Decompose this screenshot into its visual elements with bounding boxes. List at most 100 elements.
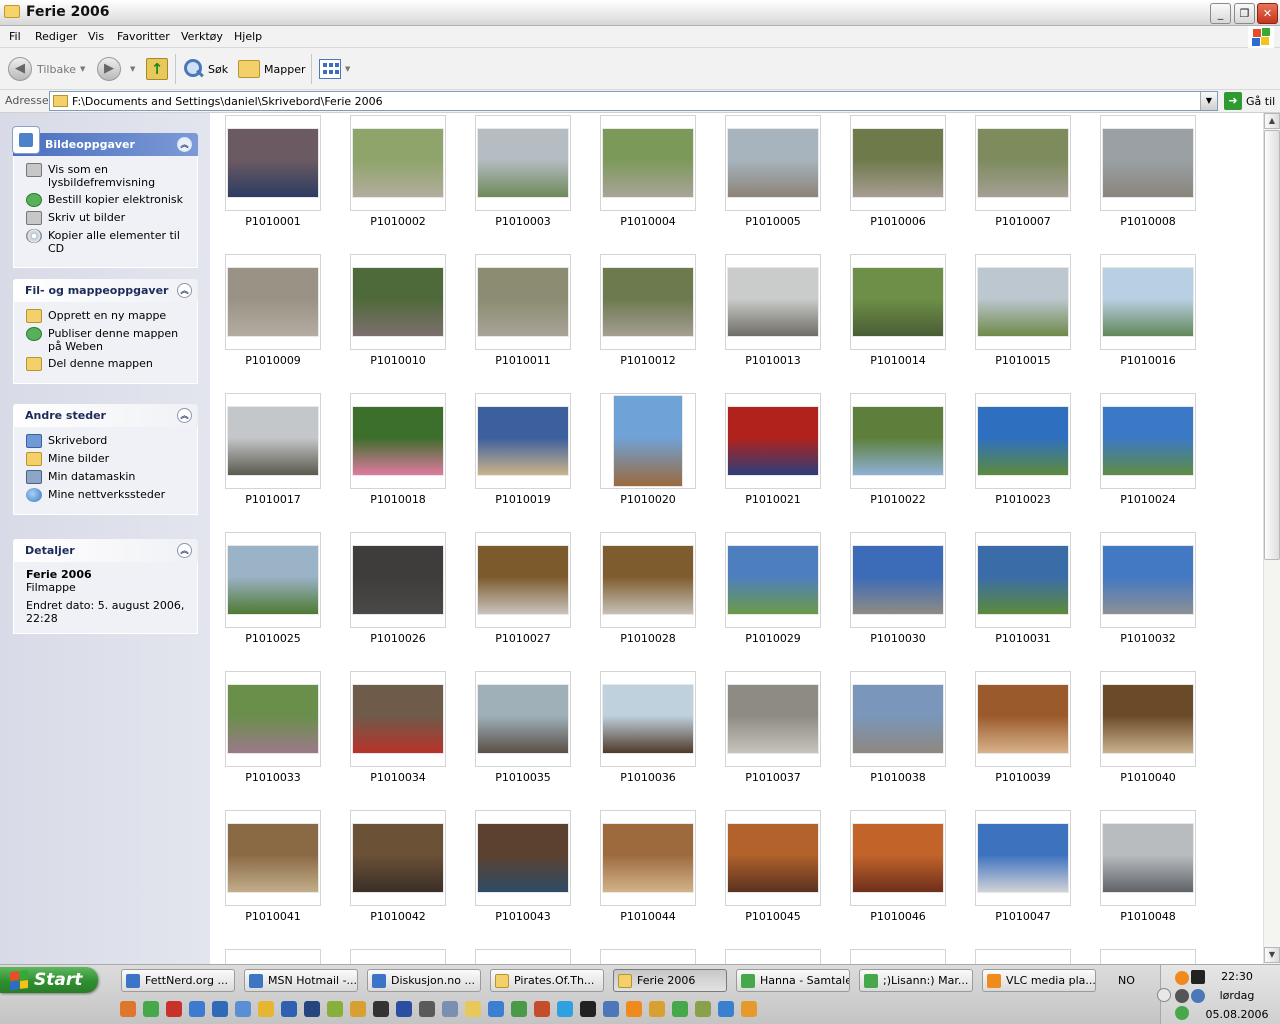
- thumbnail-image[interactable]: [477, 545, 569, 615]
- task-slideshow[interactable]: Vis som en lysbildefremvisning: [26, 163, 189, 189]
- app-icon[interactable]: [396, 1001, 412, 1017]
- address-path[interactable]: F:\Documents and Settings\daniel\Skriveb…: [72, 95, 383, 108]
- thumbnail-label[interactable]: P1010047: [975, 910, 1071, 923]
- menu-view[interactable]: Vis: [88, 30, 104, 43]
- language-indicator[interactable]: NO: [1118, 974, 1135, 987]
- tray-icon[interactable]: [1175, 989, 1189, 1003]
- thumbnail-label[interactable]: P1010031: [975, 632, 1071, 645]
- thumbnail-label[interactable]: P1010036: [600, 771, 696, 784]
- thumbnail[interactable]: [850, 671, 946, 767]
- thumbnail-image[interactable]: [852, 545, 944, 615]
- app-icon[interactable]: [442, 1001, 458, 1017]
- taskbar-button-hotmail[interactable]: MSN Hotmail -...: [244, 969, 358, 992]
- thumbnail-image[interactable]: [352, 128, 444, 198]
- thumbnail-image[interactable]: [727, 823, 819, 893]
- thumbnail-image[interactable]: [1102, 128, 1194, 198]
- folder-icon[interactable]: [350, 1001, 366, 1017]
- menu-help[interactable]: Hjelp: [234, 30, 262, 43]
- app-icon[interactable]: [649, 1001, 665, 1017]
- vlc-icon[interactable]: [626, 1001, 642, 1017]
- thumbnail[interactable]: [975, 393, 1071, 489]
- thumbnail[interactable]: [350, 532, 446, 628]
- thumbnail-image[interactable]: [477, 684, 569, 754]
- thumbnail-image[interactable]: [602, 823, 694, 893]
- chevron-left-icon[interactable]: [1157, 988, 1171, 1002]
- thumbnail-image[interactable]: [477, 406, 569, 476]
- thumbnail-image[interactable]: [352, 267, 444, 337]
- thumbnail[interactable]: [725, 254, 821, 350]
- place-label[interactable]: Min datamaskin: [48, 470, 135, 483]
- folder-icon[interactable]: [465, 1001, 481, 1017]
- notepad-icon[interactable]: [258, 1001, 274, 1017]
- title-bar[interactable]: Ferie 2006 _ ❐ ✕: [0, 0, 1280, 26]
- collapse-icon[interactable]: ︽: [177, 408, 192, 423]
- thumbnail-label[interactable]: P1010027: [475, 632, 571, 645]
- thumbnail-image[interactable]: [352, 406, 444, 476]
- task-order-prints[interactable]: Bestill kopier elektronisk: [26, 193, 189, 207]
- thumbnail-image[interactable]: [602, 128, 694, 198]
- collapse-icon[interactable]: ︽: [177, 543, 192, 558]
- thumbnail-image[interactable]: [1102, 267, 1194, 337]
- other-places-header[interactable]: Andre steder ︽: [13, 404, 198, 427]
- collapse-icon[interactable]: ︽: [177, 137, 192, 152]
- thumbnail-image[interactable]: [852, 267, 944, 337]
- thumbnail[interactable]: [225, 810, 321, 906]
- app-icon[interactable]: [718, 1001, 734, 1017]
- task-label[interactable]: Publiser denne mappen på Weben: [48, 327, 189, 353]
- thumbnail[interactable]: [975, 949, 1071, 964]
- thumbnail[interactable]: [1100, 115, 1196, 211]
- thumbnail[interactable]: [225, 949, 321, 964]
- thumbnail-image[interactable]: [977, 128, 1069, 198]
- scroll-thumb[interactable]: [1264, 130, 1280, 560]
- up-button[interactable]: ↑: [146, 56, 168, 82]
- thumbnail[interactable]: [600, 115, 696, 211]
- thumbnail-image[interactable]: [1102, 684, 1194, 754]
- app-icon[interactable]: [741, 1001, 757, 1017]
- thumbnail[interactable]: [725, 115, 821, 211]
- thumbnail-label[interactable]: P1010013: [725, 354, 821, 367]
- thumbnail-image[interactable]: [227, 406, 319, 476]
- thumbnail-label[interactable]: P1010020: [600, 493, 696, 506]
- thumbnail[interactable]: [975, 810, 1071, 906]
- thumbnail-image[interactable]: [852, 128, 944, 198]
- thumbnail-image[interactable]: [602, 545, 694, 615]
- thumbnail[interactable]: [600, 254, 696, 350]
- thumbnail[interactable]: [975, 532, 1071, 628]
- thumbnail-image[interactable]: [727, 267, 819, 337]
- thumbnail[interactable]: [350, 671, 446, 767]
- app-icon[interactable]: [419, 1001, 435, 1017]
- address-input[interactable]: F:\Documents and Settings\daniel\Skriveb…: [49, 91, 1218, 111]
- back-button[interactable]: ◀ Tilbake ▼: [8, 56, 85, 82]
- collapse-icon[interactable]: ︽: [177, 283, 192, 298]
- thumbnail[interactable]: [850, 393, 946, 489]
- thumbnail-label[interactable]: P1010006: [850, 215, 946, 228]
- thumbnail-label[interactable]: P1010039: [975, 771, 1071, 784]
- place-network[interactable]: Mine nettverkssteder: [26, 488, 189, 502]
- task-label[interactable]: Skriv ut bilder: [48, 211, 125, 224]
- thumbnail-label[interactable]: P1010043: [475, 910, 571, 923]
- taskbar-button-pirates[interactable]: Pirates.Of.Th...: [490, 969, 604, 992]
- thumbnail[interactable]: [600, 532, 696, 628]
- thumbnail-label[interactable]: P1010026: [350, 632, 446, 645]
- picture-tasks-header[interactable]: Bildeoppgaver ︽: [12, 126, 198, 156]
- thumbnail-image[interactable]: [227, 684, 319, 754]
- outlook-icon[interactable]: [235, 1001, 251, 1017]
- task-label[interactable]: Opprett en ny mappe: [48, 309, 166, 322]
- app-icon[interactable]: [695, 1001, 711, 1017]
- thumbnail-image[interactable]: [977, 545, 1069, 615]
- thumbnail-image[interactable]: [602, 267, 694, 337]
- thumbnail-label[interactable]: P1010002: [350, 215, 446, 228]
- thumbnail-label[interactable]: P1010040: [1100, 771, 1196, 784]
- menu-edit[interactable]: Rediger: [35, 30, 77, 43]
- folders-button[interactable]: Mapper: [238, 56, 306, 82]
- thumbnail[interactable]: [850, 810, 946, 906]
- thumbnail-label[interactable]: P1010010: [350, 354, 446, 367]
- thumbnail[interactable]: [350, 949, 446, 964]
- thumbnail-label[interactable]: P1010015: [975, 354, 1071, 367]
- thumbnail[interactable]: [475, 532, 571, 628]
- thumbnail[interactable]: [975, 115, 1071, 211]
- thumbnail-image[interactable]: [977, 406, 1069, 476]
- thumbnail-label[interactable]: P1010021: [725, 493, 821, 506]
- thumbnail-label[interactable]: P1010005: [725, 215, 821, 228]
- thumbnail-label[interactable]: P1010046: [850, 910, 946, 923]
